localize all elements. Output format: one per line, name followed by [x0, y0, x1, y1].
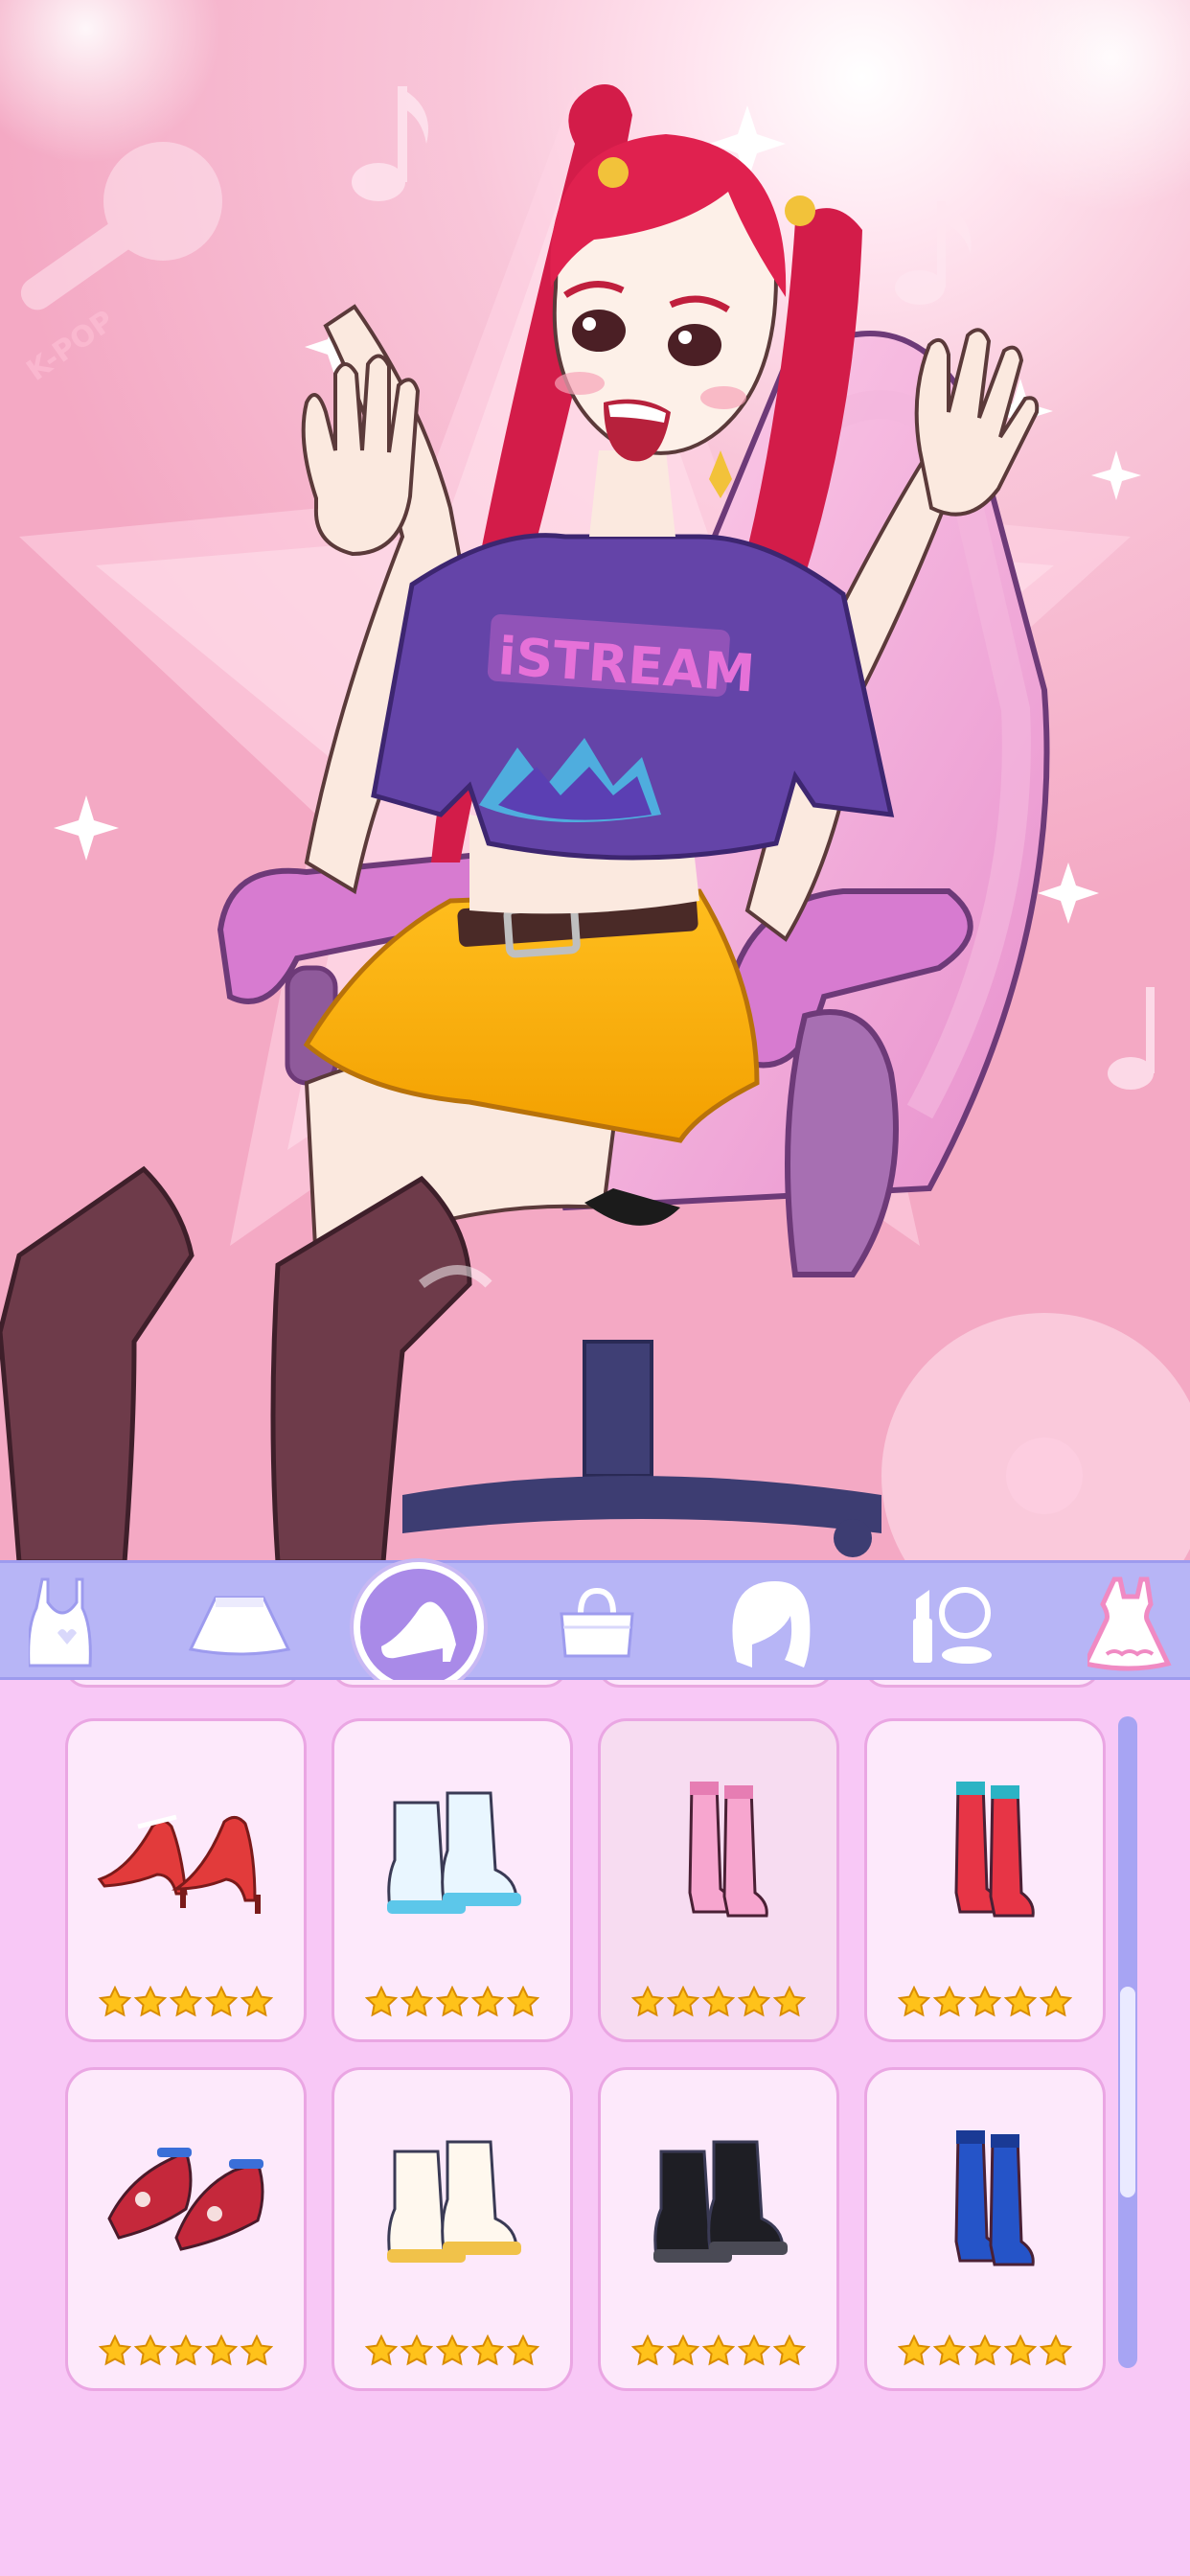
svg-text:K-POP: K-POP: [21, 304, 121, 388]
shoe-item-panel: [0, 1680, 1190, 2576]
star-icon: [170, 2334, 202, 2366]
ankle-boot-icon: [387, 2140, 521, 2263]
star-icon: [507, 1986, 539, 2017]
star-icon: [1040, 2334, 1072, 2366]
hair-icon: [732, 1580, 811, 1668]
shoe-card-red-pumps[interactable]: [65, 1718, 307, 2042]
category-bar: [0, 1560, 1190, 1692]
star-icon: [99, 2334, 131, 2366]
star-icon: [773, 2334, 806, 2366]
shoe-image: [334, 1769, 570, 1932]
star-icon: [134, 1986, 167, 2017]
handbag-icon: [560, 1587, 634, 1657]
shoe-image: [601, 2118, 836, 2281]
star-icon: [134, 2334, 167, 2366]
star-icon: [702, 2334, 735, 2366]
shoe-image: [334, 2118, 570, 2281]
star-icon: [1004, 1986, 1037, 2017]
star-icon: [240, 1986, 273, 2017]
crop-top-icon: [29, 1577, 92, 1667]
star-icon: [702, 1986, 735, 2017]
previous-row-card: [65, 1680, 301, 1688]
flat-shoe-icon: [107, 2148, 264, 2251]
skirt-icon: [188, 1596, 291, 1655]
star-rating: [334, 2334, 570, 2367]
star-rating: [601, 2334, 836, 2367]
high-heel-icon: [381, 1600, 456, 1662]
star-icon: [400, 1986, 433, 2017]
shoe-card-floral-flats[interactable]: [65, 2067, 307, 2391]
shoe-image: [68, 1769, 304, 1932]
star-icon: [365, 1986, 398, 2017]
shoes-category[interactable]: [347, 1561, 491, 1692]
active-category-indicator: [354, 1561, 484, 1692]
star-icon: [969, 2334, 1001, 2366]
character-scene: K-POP iSTREAM: [0, 0, 1190, 1560]
knee-boot-icon: [954, 2130, 1035, 2266]
star-icon: [205, 1986, 238, 2017]
star-icon: [898, 1986, 930, 2017]
star-rating: [867, 1986, 1103, 2018]
tops-category[interactable]: [0, 1563, 134, 1683]
shoe-card-white-gold-boots[interactable]: [332, 2067, 573, 2391]
star-rating: [334, 1986, 570, 2018]
character-illustration: K-POP iSTREAM: [0, 0, 1190, 1560]
shoe-card-pink-knee-boots[interactable]: [598, 1718, 839, 2042]
kpop-mic-badge: K-POP: [21, 142, 222, 388]
knee-boot-icon: [688, 1782, 768, 1918]
star-icon: [898, 2334, 930, 2366]
shoe-image: [867, 2118, 1103, 2281]
star-icon: [667, 2334, 699, 2366]
star-icon: [99, 1986, 131, 2017]
shoe-image: [867, 1769, 1103, 1932]
shoe-card-red-platform-boots[interactable]: [864, 1718, 1106, 2042]
shoe-card-blue-knee-boots[interactable]: [864, 2067, 1106, 2391]
knee-boot-icon: [954, 1782, 1035, 1918]
star-rating: [867, 2334, 1103, 2367]
skirts-category[interactable]: [168, 1563, 311, 1683]
star-rating: [68, 1986, 304, 2018]
star-icon: [507, 2334, 539, 2366]
star-icon: [631, 2334, 664, 2366]
hair-category[interactable]: [703, 1563, 847, 1683]
star-icon: [436, 1986, 469, 2017]
star-icon: [365, 2334, 398, 2366]
red-pump-icon: [97, 1814, 261, 1914]
bags-category[interactable]: [525, 1563, 669, 1683]
previous-row-card: [332, 1680, 567, 1688]
cd-icon: [881, 1313, 1190, 1560]
star-icon: [738, 1986, 770, 2017]
star-icon: [170, 1986, 202, 2017]
ankle-boot-icon: [653, 2140, 788, 2263]
previous-row-card: [864, 1680, 1100, 1688]
star-icon: [631, 1986, 664, 2017]
lipstick-mirror-icon: [913, 1586, 992, 1664]
dress-icon: [1087, 1576, 1172, 1670]
star-icon: [969, 1986, 1001, 2017]
shoe-image: [68, 2118, 304, 2281]
ankle-boot-icon: [387, 1791, 521, 1914]
star-icon: [471, 2334, 504, 2366]
star-icon: [1004, 2334, 1037, 2366]
shoe-card-black-platform-boots[interactable]: [598, 2067, 839, 2391]
star-icon: [471, 1986, 504, 2017]
shoe-image: [601, 1769, 836, 1932]
dresses-category[interactable]: [1059, 1563, 1190, 1683]
star-rating: [601, 1986, 836, 2018]
star-icon: [436, 2334, 469, 2366]
makeup-category[interactable]: [881, 1563, 1025, 1683]
star-icon: [400, 2334, 433, 2366]
star-icon: [240, 2334, 273, 2366]
star-icon: [738, 2334, 770, 2366]
star-icon: [773, 1986, 806, 2017]
shoe-card-white-platform-boots[interactable]: [332, 1718, 573, 2042]
star-icon: [205, 2334, 238, 2366]
star-icon: [667, 1986, 699, 2017]
star-icon: [1040, 1986, 1072, 2017]
scrollbar-thumb[interactable]: [1120, 1987, 1135, 2197]
star-rating: [68, 2334, 304, 2367]
previous-row-card: [598, 1680, 834, 1688]
star-icon: [933, 2334, 966, 2366]
star-icon: [933, 1986, 966, 2017]
